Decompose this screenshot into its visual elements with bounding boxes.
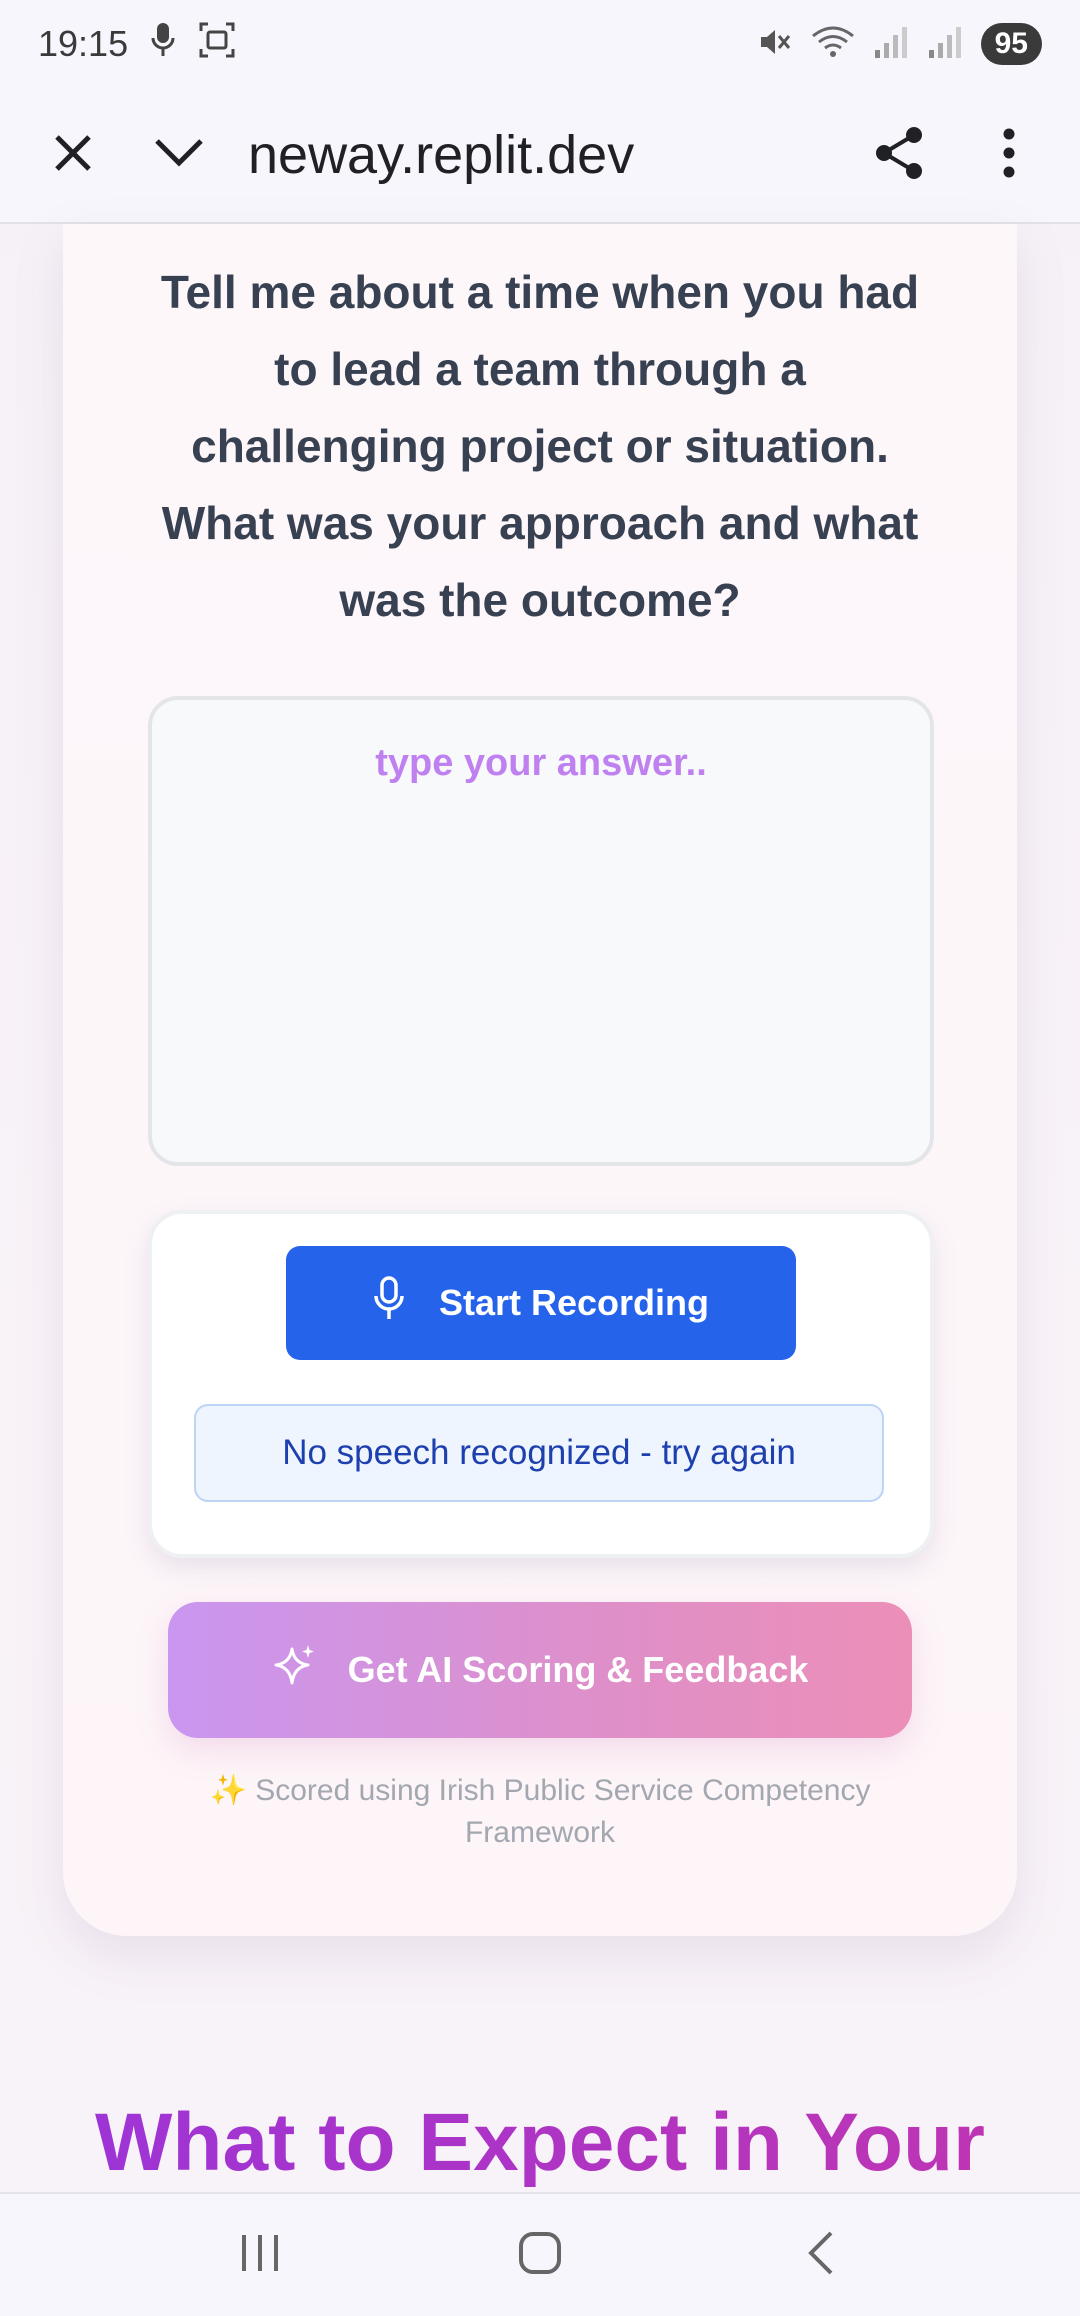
close-tab-button[interactable] — [28, 110, 118, 200]
screen: 19:15 95 neway.replit.dev Tell me about … — [0, 0, 1080, 2316]
ai-scoring-button[interactable]: Get AI Scoring & Feedback — [168, 1602, 912, 1738]
signal-icon — [873, 24, 909, 65]
screen-record-icon — [198, 21, 236, 68]
question-text: Tell me about a time when you had to lea… — [160, 266, 920, 626]
battery-indicator: 95 — [980, 23, 1042, 65]
mic-icon — [373, 1275, 405, 1331]
wifi-icon — [811, 24, 855, 65]
start-recording-button[interactable]: Start Recording — [286, 1246, 796, 1360]
chevron-down-icon — [153, 135, 205, 176]
back-button[interactable] — [770, 2205, 870, 2305]
home-button[interactable] — [490, 2205, 590, 2305]
scoring-footnote: ✨ Scored using Irish Public Service Comp… — [209, 1774, 871, 1849]
back-icon — [805, 2229, 835, 2282]
browser-toolbar: neway.replit.dev — [0, 88, 1080, 224]
collapse-button[interactable] — [134, 110, 224, 200]
more-vert-icon — [1002, 128, 1016, 183]
system-nav-bar — [0, 2192, 1080, 2316]
close-icon — [51, 131, 95, 180]
question-card: Tell me about a time when you had to lea… — [63, 224, 1017, 1936]
status-time: 19:15 — [38, 23, 129, 64]
section-heading: What to Expect in Your — [0, 2096, 1080, 2190]
sparkle-icon — [272, 1643, 318, 1698]
mute-icon — [757, 24, 793, 65]
recent-apps-icon — [238, 2232, 282, 2279]
status-left: 19:15 — [38, 21, 236, 68]
share-button[interactable] — [854, 110, 944, 200]
recording-panel: Start Recording No speech recognized - t… — [148, 1210, 934, 1558]
home-icon — [517, 2230, 563, 2281]
status-right: 95 — [757, 23, 1042, 65]
start-recording-label: Start Recording — [438, 1282, 710, 1323]
answer-textarea[interactable] — [148, 696, 934, 1166]
mic-icon — [150, 21, 176, 68]
ai-scoring-label: Get AI Scoring & Feedback — [347, 1649, 809, 1690]
recent-apps-button[interactable] — [210, 2205, 310, 2305]
speech-status-message: No speech recognized - try again — [194, 1404, 884, 1502]
more-menu-button[interactable] — [964, 110, 1054, 200]
url-bar[interactable]: neway.replit.dev — [224, 124, 854, 186]
share-icon — [874, 126, 924, 185]
signal-icon — [927, 24, 963, 65]
status-bar: 19:15 95 — [0, 0, 1080, 88]
